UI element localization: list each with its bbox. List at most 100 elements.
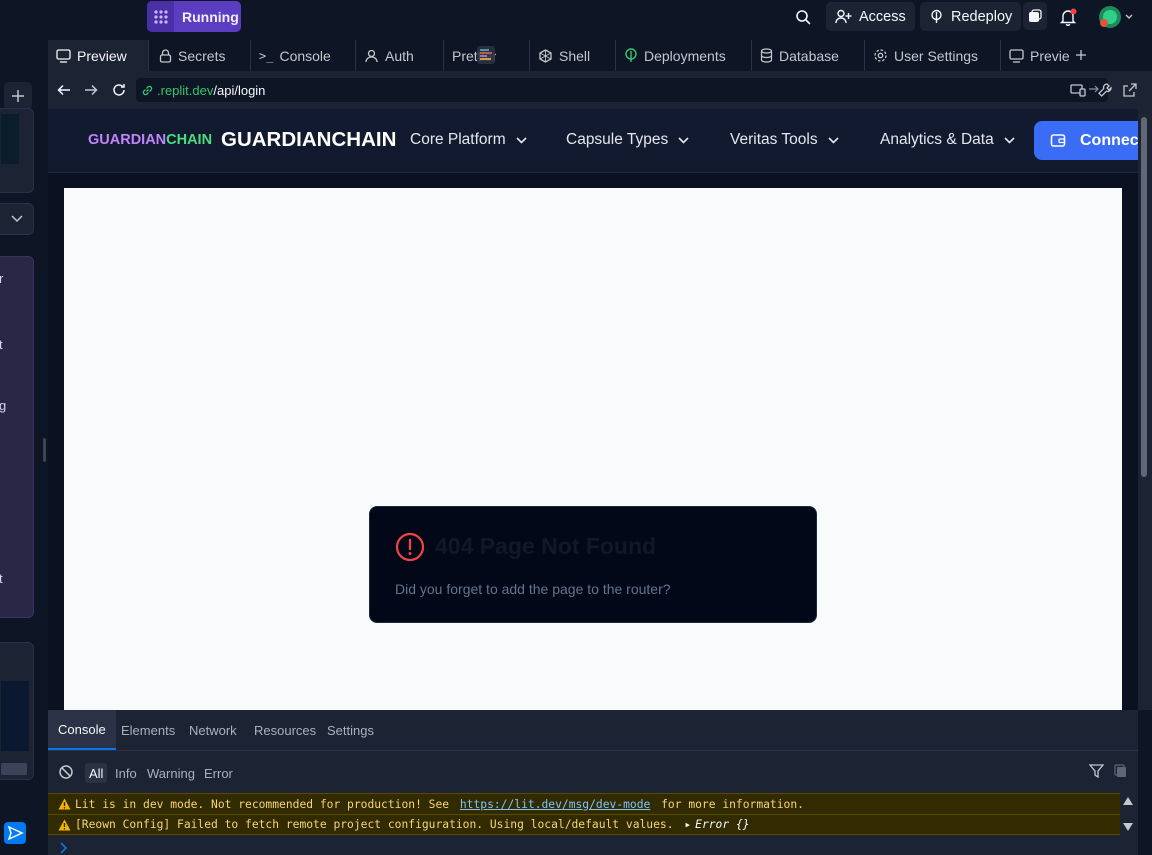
- redeploy-button[interactable]: Redeploy: [920, 2, 1022, 31]
- tab-label: Database: [779, 47, 839, 64]
- tab-preview-2[interactable]: Previe: [1001, 40, 1073, 71]
- chevron-down-icon: [516, 136, 527, 144]
- error-object[interactable]: Error {}: [695, 818, 749, 831]
- panel-toggle-icon[interactable]: [1023, 2, 1047, 30]
- url-bar-row: .replit.dev/api/login: [48, 71, 1152, 109]
- chevron-down-icon: [678, 136, 689, 144]
- warning-link[interactable]: https://lit.dev/msg/dev-mode: [460, 798, 650, 811]
- console-prompt-icon[interactable]: [60, 842, 68, 854]
- nav-label: Veritas Tools: [730, 131, 818, 148]
- input-panel: [0, 642, 34, 780]
- devtools-tab-settings[interactable]: Settings: [317, 710, 384, 750]
- redeploy-label: Redeploy: [951, 8, 1013, 25]
- divider: [48, 750, 1138, 751]
- url-input[interactable]: .replit.dev/api/login: [136, 78, 1108, 102]
- nav-veritas-tools[interactable]: Veritas Tools: [730, 131, 839, 149]
- tab-preview[interactable]: Preview: [48, 40, 149, 71]
- scroll-up-icon[interactable]: [1122, 796, 1134, 806]
- scroll-down-icon[interactable]: [1122, 822, 1134, 832]
- left-sidebar: r t g t: [0, 38, 48, 855]
- text-fragment: t: [0, 337, 3, 352]
- error-card: 404 Page Not Found Did you forget to add…: [369, 506, 817, 623]
- send-icon[interactable]: [4, 822, 26, 844]
- devtools-tab-console[interactable]: Console: [48, 710, 116, 750]
- preview-frame: GUARDIANCHAIN GUARDIANCHAIN Core Platfor…: [48, 109, 1138, 710]
- filter-warning[interactable]: Warning: [143, 763, 199, 783]
- dropdown[interactable]: [0, 203, 34, 235]
- connect-label: Connect: [1080, 131, 1138, 149]
- reload-icon[interactable]: [111, 82, 127, 98]
- tab-label: Console: [279, 47, 331, 64]
- error-title: 404 Page Not Found: [435, 533, 657, 559]
- devtools-tab-network[interactable]: Network: [179, 710, 247, 750]
- new-tab-icon[interactable]: [1074, 48, 1088, 62]
- app-logo[interactable]: GUARDIANCHAIN: [88, 132, 212, 148]
- user-icon: [364, 49, 379, 63]
- access-button[interactable]: Access: [826, 2, 915, 31]
- nav-analytics-data[interactable]: Analytics & Data: [880, 131, 1015, 149]
- tab-secrets[interactable]: Secrets: [151, 40, 251, 71]
- tab-console[interactable]: >_ Console: [251, 40, 356, 71]
- console-warning: Lit is in dev mode. Not recommended for …: [48, 793, 1120, 814]
- thumbnail-panel: [0, 108, 34, 193]
- chevron-down-icon: [828, 136, 839, 144]
- search-icon[interactable]: [792, 6, 814, 28]
- deploy-icon: [624, 48, 638, 63]
- console-warning: [Reown Config] Failed to fetch remote pr…: [48, 814, 1120, 835]
- add-icon[interactable]: [4, 82, 32, 110]
- devtools-tab-resources[interactable]: Resources: [244, 710, 326, 750]
- wrench-icon[interactable]: [1097, 82, 1113, 98]
- warning-icon: [58, 798, 71, 810]
- run-status-button[interactable]: Running: [147, 1, 241, 32]
- top-bar: Running Access Redeploy: [0, 0, 1152, 38]
- tab-label: Auth: [385, 47, 414, 64]
- preview-scrollbar[interactable]: [1138, 109, 1152, 710]
- monitor-icon: [1009, 48, 1024, 63]
- warning-icon: [58, 819, 71, 831]
- nav-label: Capsule Types: [566, 131, 669, 148]
- expand-triangle-icon[interactable]: ▸: [684, 818, 691, 831]
- bell-icon[interactable]: [1057, 6, 1079, 28]
- lock-icon: [159, 48, 172, 63]
- filter-info[interactable]: Info: [111, 763, 141, 783]
- nav-label: Analytics & Data: [880, 131, 994, 148]
- add-user-icon: [835, 9, 852, 24]
- resize-handle[interactable]: [43, 438, 46, 462]
- tab-auth[interactable]: Auth: [356, 40, 444, 71]
- nav-core-platform[interactable]: Core Platform: [410, 131, 527, 149]
- tab-label: Previe: [1030, 47, 1070, 64]
- nav-capsule-types[interactable]: Capsule Types: [566, 131, 689, 149]
- error-message: Did you forget to add the page to the ro…: [395, 581, 671, 597]
- filter-icon[interactable]: [1089, 764, 1104, 778]
- warning-text: Lit is in dev mode. Not recommended for …: [75, 797, 456, 811]
- tab-shell[interactable]: Shell: [530, 40, 616, 71]
- clear-console-icon[interactable]: [58, 764, 74, 780]
- text-fragment: r: [0, 271, 4, 286]
- filter-all[interactable]: All: [85, 763, 108, 783]
- wallet-icon: [1050, 133, 1066, 148]
- open-external-icon[interactable]: [1122, 82, 1138, 98]
- forward-icon[interactable]: [83, 82, 99, 98]
- tab-deployments[interactable]: Deployments: [616, 40, 752, 71]
- connect-wallet-button[interactable]: Connect: [1034, 121, 1138, 160]
- copy-icon[interactable]: [1114, 764, 1127, 778]
- avatar[interactable]: [1096, 6, 1136, 28]
- database-icon: [760, 48, 773, 63]
- text-fragment: g: [0, 398, 7, 413]
- devtools-tab-elements[interactable]: Elements: [111, 710, 185, 750]
- scroll-handle[interactable]: [1, 763, 27, 775]
- tab-prettier[interactable]: Prettier: [444, 40, 530, 71]
- filter-error[interactable]: Error: [200, 763, 237, 783]
- back-icon[interactable]: [56, 82, 72, 98]
- terminal-icon: >_: [259, 48, 274, 63]
- gear-icon: [873, 48, 888, 63]
- devices-icon[interactable]: [1070, 82, 1086, 98]
- tab-database[interactable]: Database: [752, 40, 865, 71]
- run-status-label: Running: [182, 8, 239, 25]
- page-content: 404 Page Not Found Did you forget to add…: [64, 188, 1122, 710]
- chat-panel: r t g t: [0, 256, 34, 618]
- warning-text-end: for more information.: [654, 797, 804, 811]
- tab-user-settings[interactable]: User Settings: [865, 40, 1001, 71]
- scrollbar-thumb[interactable]: [1141, 117, 1147, 477]
- tab-label: Deployments: [644, 47, 726, 64]
